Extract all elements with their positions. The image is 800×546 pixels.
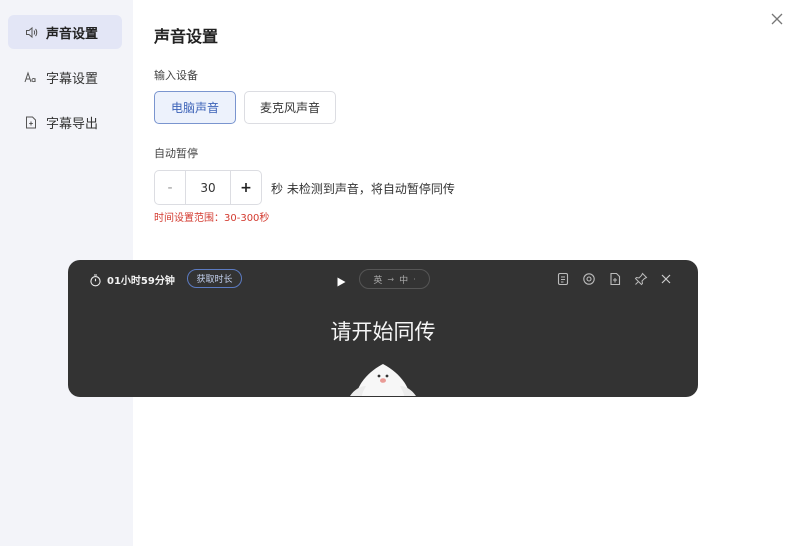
sidebar-item-label: 字幕设置: [46, 71, 99, 87]
microphone-sound-option[interactable]: 麦克风声音: [244, 91, 336, 124]
interpretation-overlay: 01小时59分钟 获取时长 英 → 中 · 请开始同传: [68, 260, 698, 397]
pause-seconds-stepper: - 30 +: [154, 170, 262, 205]
play-icon[interactable]: [335, 273, 347, 287]
font-size-icon: [24, 70, 38, 84]
file-export-icon: [24, 115, 38, 129]
get-duration-button[interactable]: 获取时长: [187, 269, 242, 288]
stopwatch-icon: [89, 272, 102, 287]
auto-pause-description: 秒 未检测到声音，将自动暂停同传: [271, 182, 455, 196]
status-message: 请开始同传: [330, 320, 436, 344]
dropdown-indicator: ·: [413, 274, 416, 284]
computer-sound-option[interactable]: 电脑声音: [154, 91, 236, 124]
input-device-label: 输入设备: [154, 69, 198, 82]
decrement-button[interactable]: -: [155, 171, 186, 204]
range-hint: 时间设置范围：30-300秒: [154, 213, 270, 224]
speaker-icon: [24, 25, 38, 39]
sidebar-item-subtitle-export[interactable]: 字幕导出: [8, 105, 122, 139]
auto-pause-label: 自动暂停: [154, 147, 198, 160]
export-icon[interactable]: [608, 271, 622, 286]
settings-icon[interactable]: [582, 271, 596, 285]
remaining-time: 01小时59分钟: [107, 276, 175, 287]
source-language: 英: [373, 275, 383, 286]
page-title: 声音设置: [154, 27, 219, 46]
sidebar-item-label: 声音设置: [46, 26, 99, 42]
sidebar-item-label: 字幕导出: [46, 116, 99, 132]
increment-button[interactable]: +: [230, 171, 261, 204]
language-selector[interactable]: 英 → 中 ·: [359, 269, 430, 289]
close-icon[interactable]: [768, 10, 786, 28]
mascot-bird-icon: [348, 356, 418, 397]
sidebar-item-subtitle-settings[interactable]: 字幕设置: [8, 60, 122, 94]
document-icon[interactable]: [556, 271, 570, 286]
arrow-right-icon: →: [387, 274, 395, 284]
sidebar-item-sound-settings[interactable]: 声音设置: [8, 15, 122, 49]
seconds-input[interactable]: 30: [186, 171, 230, 204]
target-language: 中: [399, 275, 409, 286]
pin-icon[interactable]: [634, 271, 648, 286]
close-icon[interactable]: [659, 271, 673, 285]
